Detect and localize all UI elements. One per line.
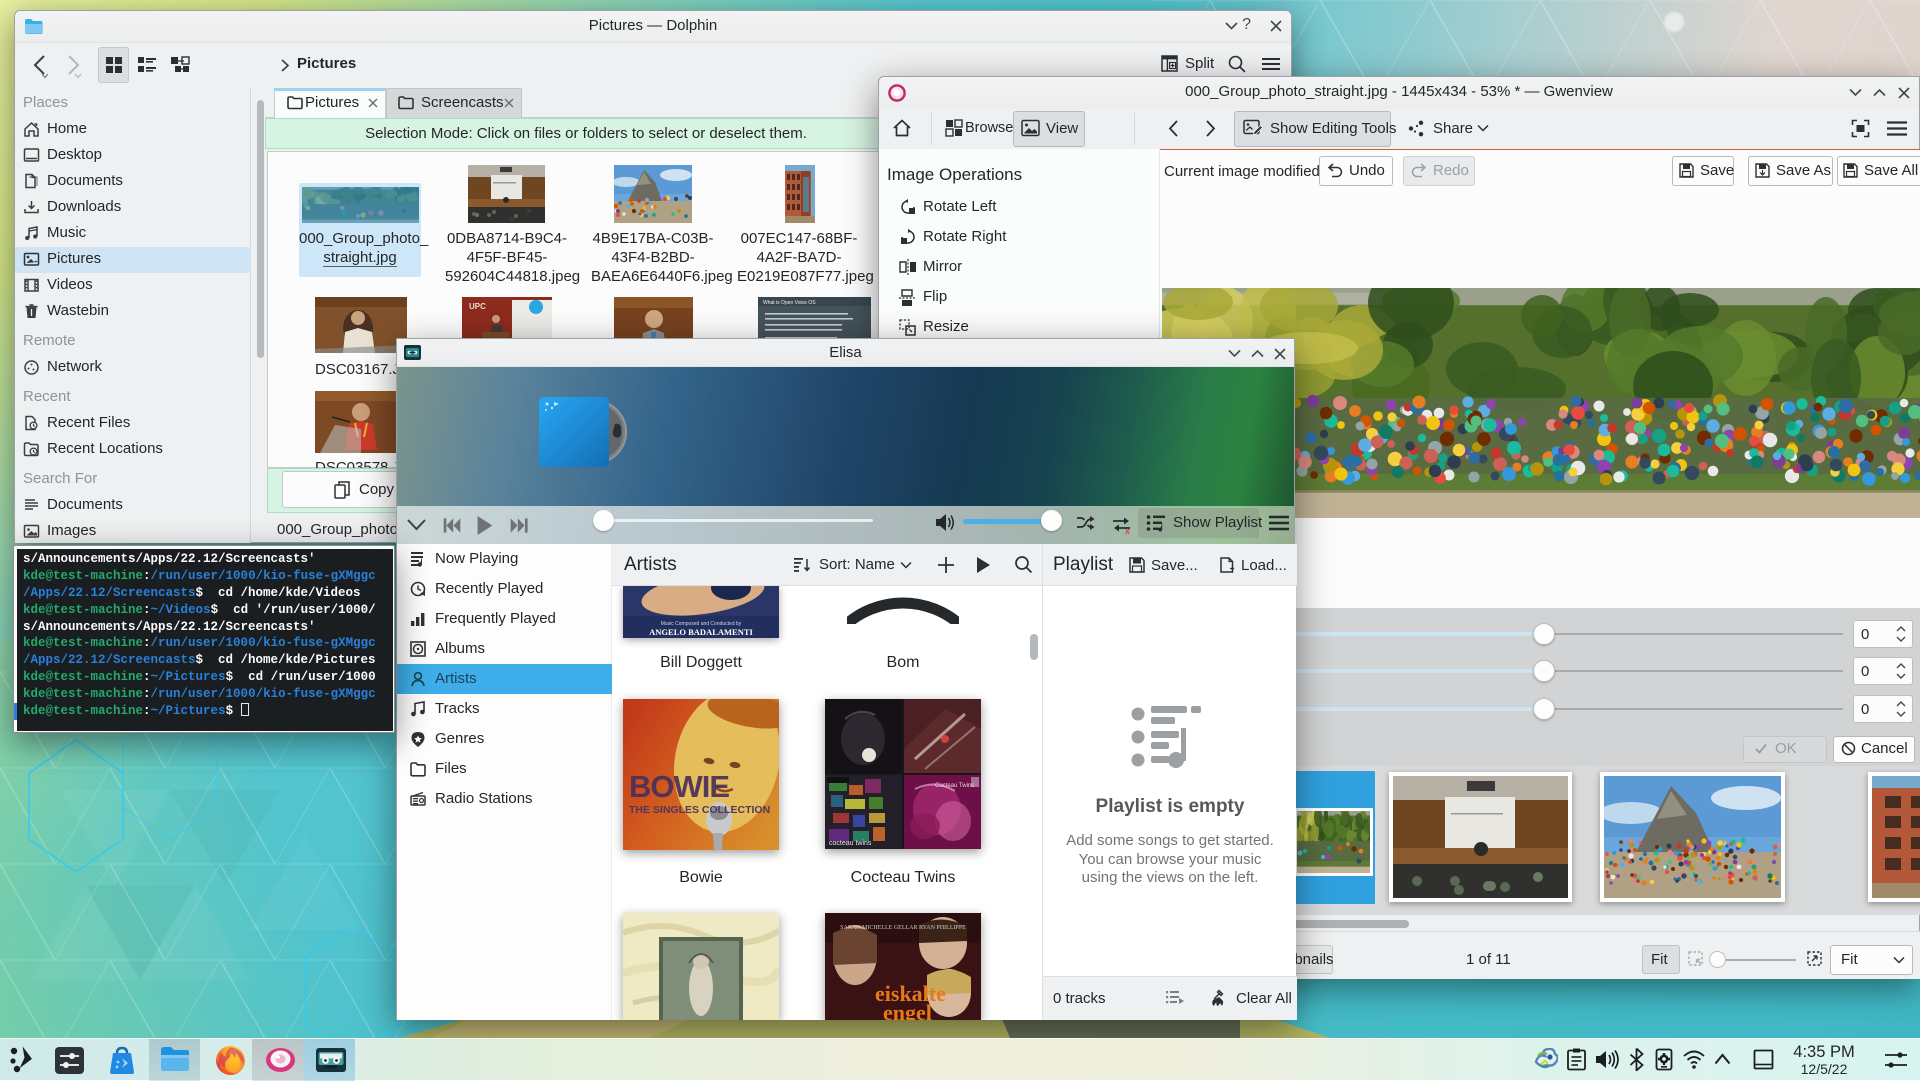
- svg-text:THE SINGLES COLLECTION: THE SINGLES COLLECTION: [629, 804, 770, 816]
- svg-text:BOWIE: BOWIE: [629, 769, 729, 804]
- svg-text:UPC: UPC: [469, 302, 486, 311]
- svg-text:engel: engel: [883, 1000, 932, 1020]
- svg-text:SARAH MICHELLE GELLAR RYAN P: SARAH MICHELLE GELLAR RYAN PHILLIPPE: [840, 925, 966, 931]
- svg-text:x: x: [1125, 526, 1130, 536]
- svg-text:ANGELO BADALAMENTI: ANGELO BADALAMENTI: [649, 627, 753, 637]
- svg-text:What is Open Voice OS: What is Open Voice OS: [763, 300, 816, 306]
- svg-text:cocteau twins: cocteau twins: [829, 840, 872, 847]
- svg-text:Cocteau Twins: Cocteau Twins: [935, 783, 974, 789]
